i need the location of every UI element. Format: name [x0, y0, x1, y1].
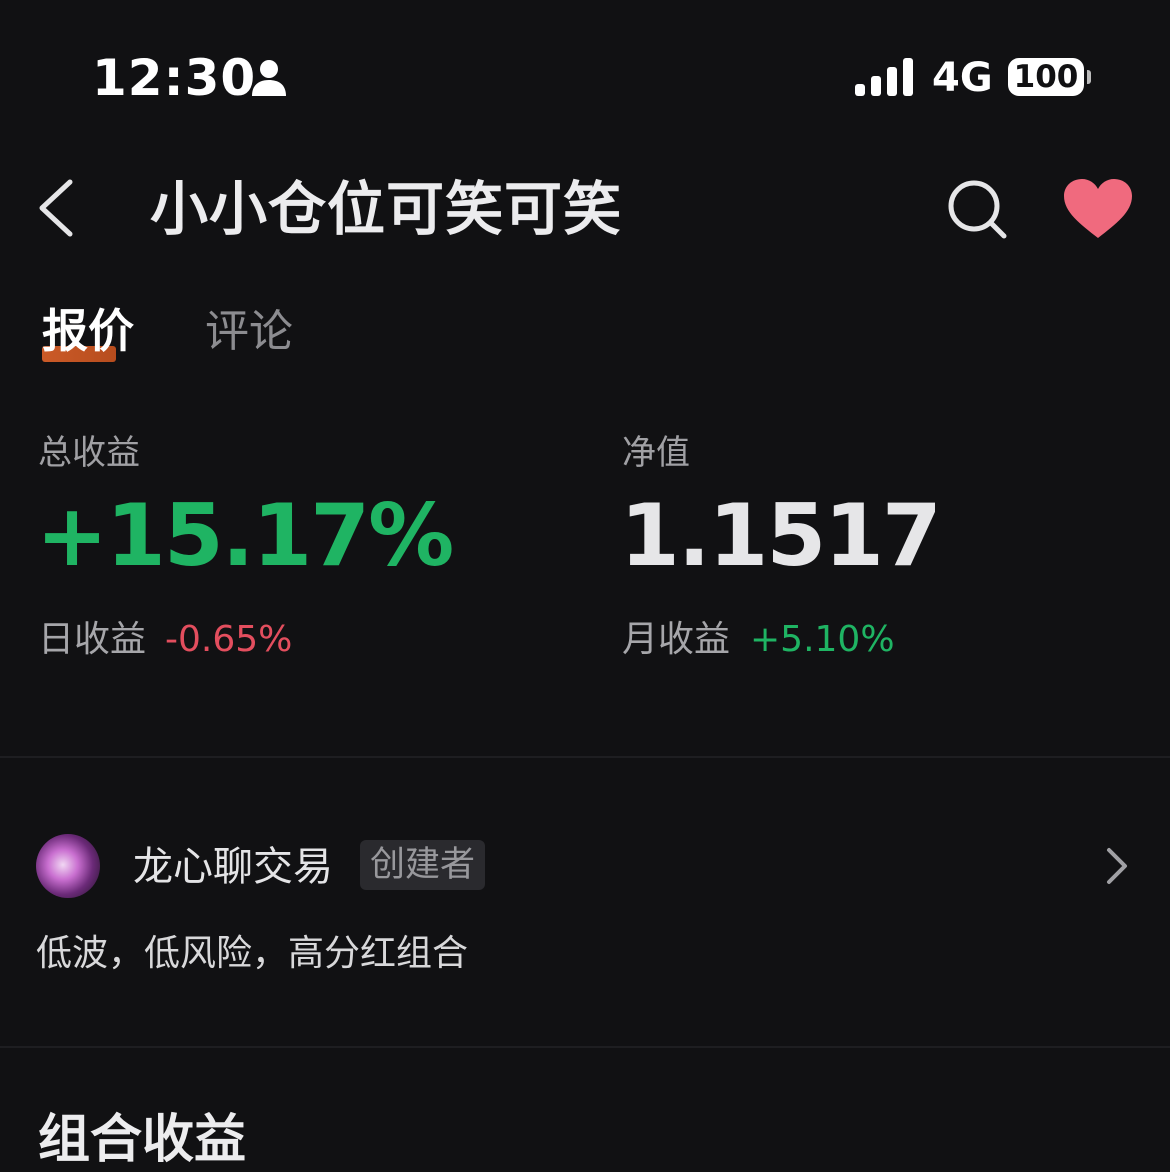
- section-title: 组合收益: [38, 1110, 247, 1170]
- battery-tip: [1087, 70, 1091, 84]
- divider: [0, 1046, 1170, 1048]
- network-type: 4G: [932, 55, 993, 101]
- daily-return-label: 日收益: [38, 619, 147, 660]
- back-icon[interactable]: [36, 178, 80, 238]
- heart-icon[interactable]: [1062, 178, 1134, 240]
- battery-indicator: 100: [1008, 58, 1084, 96]
- total-return-value: +15.17%: [36, 486, 454, 586]
- status-time: 12:30: [92, 49, 257, 107]
- total-return-label: 总收益: [38, 433, 140, 473]
- page-title: 小小仓位可笑可笑: [150, 175, 623, 243]
- divider: [0, 756, 1170, 758]
- search-icon[interactable]: [946, 178, 1008, 240]
- tab-quote[interactable]: 报价: [42, 302, 134, 360]
- creator-badge: 创建者: [360, 840, 486, 890]
- person-icon: [252, 60, 286, 96]
- avatar[interactable]: [36, 834, 100, 898]
- nav-label: 净值: [622, 433, 690, 473]
- battery-level: 100: [1013, 59, 1079, 95]
- monthly-return-value: +5.10%: [750, 619, 895, 660]
- daily-return-value: -0.65%: [165, 619, 293, 660]
- chevron-right-icon[interactable]: [1102, 846, 1132, 886]
- signal-icon: [855, 58, 913, 96]
- creator-name[interactable]: 龙心聊交易: [133, 842, 333, 892]
- portfolio-description: 低波，低风险，高分红组合: [36, 933, 469, 974]
- monthly-return-label: 月收益: [622, 619, 731, 660]
- nav-value: 1.1517: [620, 486, 942, 586]
- tab-comments[interactable]: 评论: [205, 304, 293, 360]
